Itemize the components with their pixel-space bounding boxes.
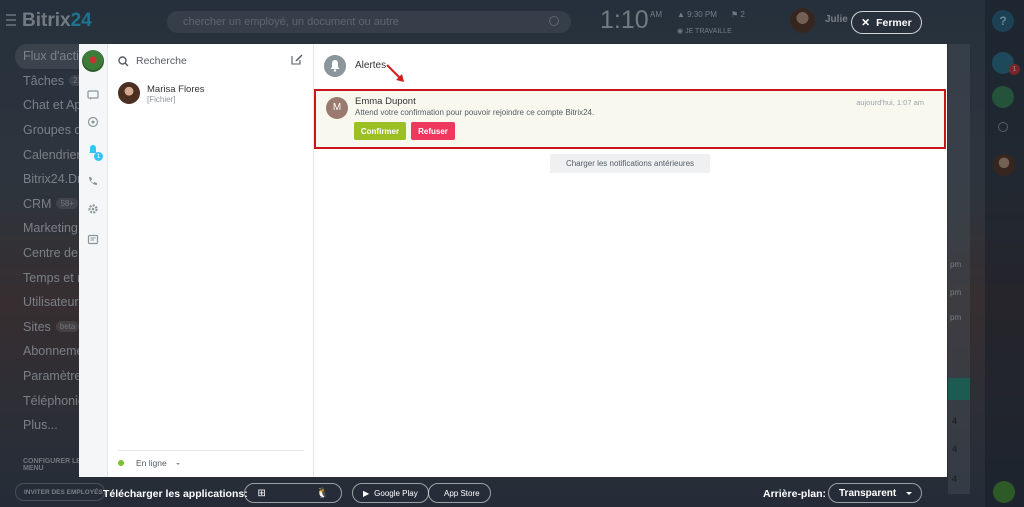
my-avatar[interactable] — [82, 50, 104, 72]
google-play-label: Google Play — [374, 488, 418, 498]
status-selector[interactable]: En ligne — [118, 458, 180, 468]
contact-item[interactable]: Marisa Flores [Fichier] — [118, 82, 306, 108]
linux-icon[interactable]: 🐧 — [316, 488, 328, 499]
sender-avatar[interactable]: M — [326, 97, 348, 119]
notification-item: M Emma Dupont aujourd'hui, 1:07 am Atten… — [314, 89, 946, 149]
messenger-popup: 1 Recherche Marisa Flores [Fichier] En l… — [79, 44, 947, 477]
alerts-panel: Alertes M Emma Dupont aujourd'hui, 1:07 … — [314, 44, 947, 477]
app-store-label: App Store — [444, 488, 480, 498]
notifications-badge: 1 — [94, 152, 103, 161]
background-select[interactable]: Transparent — [828, 483, 922, 503]
recent-list: Recherche Marisa Flores [Fichier] En lig… — [108, 44, 314, 477]
download-apps-label: Télécharger les applications: — [103, 488, 248, 500]
history-icon[interactable] — [87, 234, 99, 246]
search-label: Recherche — [136, 55, 187, 67]
windows-icon[interactable]: ⊞ — [258, 488, 266, 499]
close-button[interactable]: ✕ Fermer — [851, 11, 922, 34]
messenger-rail: 1 — [79, 44, 108, 477]
confirm-button[interactable]: Confirmer — [354, 122, 406, 140]
open-channels-icon[interactable] — [87, 116, 99, 128]
alerts-title: Alertes — [355, 60, 387, 71]
close-icon: ✕ — [861, 16, 871, 29]
notification-time: aujourd'hui, 1:07 am — [856, 98, 924, 107]
background-label: Arrière-plan: — [763, 488, 827, 500]
compose-icon[interactable] — [291, 53, 303, 65]
divider — [118, 450, 304, 451]
close-label: Fermer — [876, 16, 912, 29]
online-status-icon — [118, 460, 124, 466]
contact-avatar — [118, 82, 140, 104]
desktop-apps-group: ⊞ 🐧 — [244, 483, 342, 503]
sender-name[interactable]: Emma Dupont — [355, 96, 416, 107]
google-play-button[interactable]: ▶ Google Play — [352, 483, 429, 503]
notification-message: Attend votre confirmation pour pouvoir r… — [355, 108, 595, 117]
refuse-button[interactable]: Refuser — [411, 122, 455, 140]
contact-last-message: [Fichier] — [147, 95, 176, 104]
app-store-button[interactable]: App Store — [428, 483, 491, 503]
chat-icon[interactable] — [87, 89, 99, 101]
load-older-button[interactable]: Charger les notifications antérieures — [550, 154, 710, 173]
arrow-annotation-icon — [386, 64, 404, 82]
messenger-search[interactable]: Recherche — [118, 53, 306, 69]
google-play-icon: ▶ — [363, 488, 370, 498]
contact-name: Marisa Flores — [147, 84, 205, 95]
bell-icon — [324, 55, 346, 77]
phone-icon[interactable] — [87, 175, 99, 187]
status-label: En ligne — [136, 458, 167, 468]
background-value: Transparent — [839, 487, 897, 499]
search-icon — [118, 55, 129, 66]
settings-icon[interactable] — [87, 203, 99, 215]
chevron-down-icon — [175, 462, 180, 467]
